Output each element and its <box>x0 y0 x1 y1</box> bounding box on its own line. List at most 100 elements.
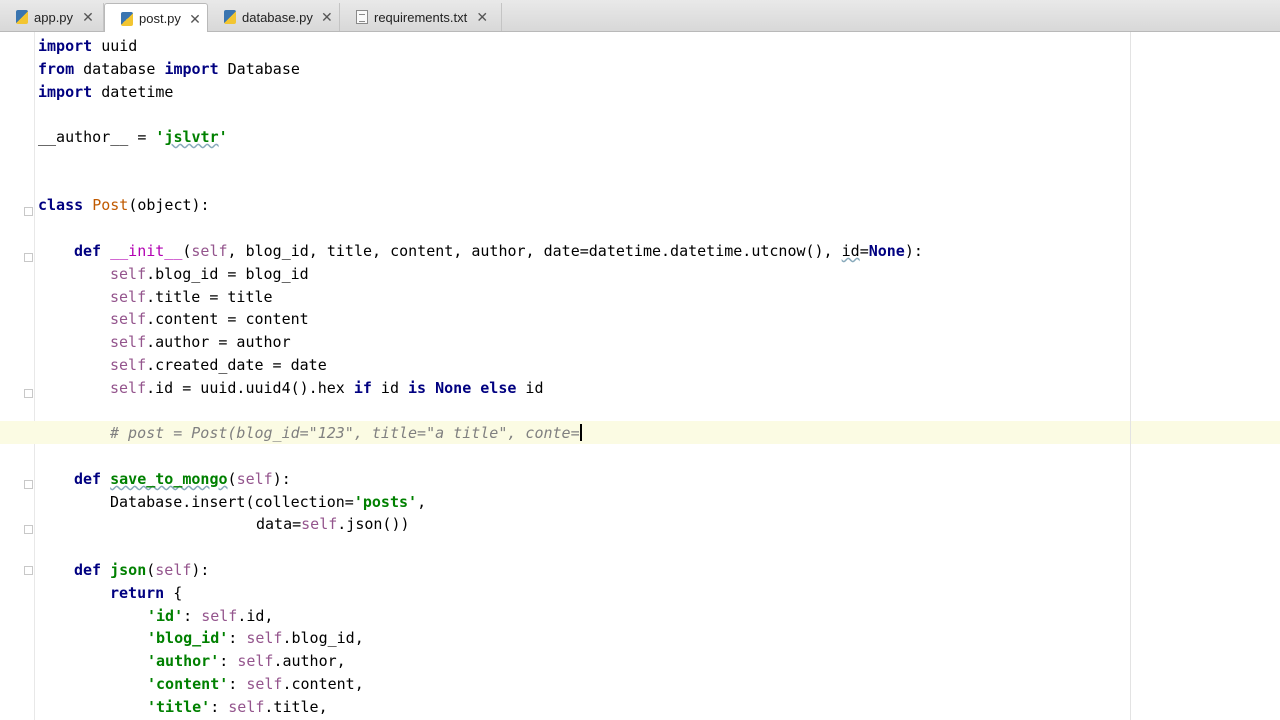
tab-app-py[interactable]: app.py ✕ <box>0 3 104 31</box>
code-text: ): <box>191 561 210 579</box>
string-literal: 'posts' <box>353 493 418 511</box>
string-literal: 'author' <box>147 652 220 670</box>
code-text: database <box>74 60 165 78</box>
right-margin-guide <box>1130 32 1131 720</box>
code-text: : <box>210 698 229 716</box>
keyword: from <box>38 60 75 78</box>
string-literal: jslvtr <box>164 128 219 146</box>
python-file-icon <box>16 10 28 24</box>
code-text: .author = author <box>146 333 291 351</box>
code-text: __author__ <box>38 128 129 146</box>
tab-label: requirements.txt <box>374 9 468 25</box>
code-text: : <box>228 629 247 647</box>
code-text: .created_date = date <box>146 356 327 374</box>
comment: # post = Post(blog_id="123", title="a ti… <box>110 424 580 442</box>
keyword: def <box>74 561 102 579</box>
string-literal: 'id' <box>147 607 184 625</box>
self-keyword: self <box>110 356 147 374</box>
code-line: data=self.json()) <box>256 513 410 536</box>
tab-label: database.py <box>242 9 313 25</box>
keyword: is <box>408 379 427 397</box>
code-text: Database <box>218 60 300 78</box>
class-name: Post <box>92 196 129 214</box>
code-text: ( <box>146 561 156 579</box>
close-icon[interactable]: ✕ <box>189 12 201 26</box>
code-text: datetime <box>92 83 174 101</box>
code-line: from database import Database <box>38 58 300 81</box>
fold-marker-icon[interactable] <box>24 253 33 262</box>
code-text: .title, <box>264 698 328 716</box>
close-icon[interactable]: ✕ <box>321 10 333 24</box>
code-line: import datetime <box>38 81 173 104</box>
close-icon[interactable]: ✕ <box>475 10 489 24</box>
code-line: self.created_date = date <box>110 354 327 377</box>
self-keyword: self <box>246 675 283 693</box>
code-editor[interactable]: import uuid from database import Databas… <box>0 32 1280 720</box>
code-line: 'blog_id': self.blog_id, <box>147 627 364 650</box>
code-line: 'author': self.author, <box>147 650 346 673</box>
code-text: = <box>128 128 156 146</box>
keyword: else <box>480 379 517 397</box>
editor-tab-bar: app.py ✕ post.py ✕ database.py ✕ require… <box>0 0 1280 33</box>
string-literal: 'content' <box>147 675 229 693</box>
code-line: # post = Post(blog_id="123", title="a ti… <box>110 422 582 445</box>
code-text: .json()) <box>337 515 410 533</box>
code-text: : <box>219 652 238 670</box>
function-name: __init__ <box>110 242 183 260</box>
code-line: class Post(object): <box>38 194 210 217</box>
code-text: .blog_id, <box>282 629 364 647</box>
code-text: .title = title <box>146 288 273 306</box>
self-keyword: self <box>110 288 147 306</box>
fold-marker-icon[interactable] <box>24 525 33 534</box>
tab-label: app.py <box>34 9 74 25</box>
code-text: .id, <box>237 607 274 625</box>
code-text: { <box>164 584 183 602</box>
keyword: import <box>164 60 219 78</box>
tab-label: post.py <box>139 11 181 26</box>
string-literal: 'blog_id' <box>147 629 229 647</box>
code-line: Database.insert(collection='posts', <box>110 491 426 514</box>
string-literal: 'title' <box>147 698 211 716</box>
function-name: save_to_mongo <box>110 470 228 488</box>
keyword: import <box>38 37 93 55</box>
code-text: id <box>371 379 409 397</box>
code-text: ( <box>227 470 237 488</box>
python-file-icon <box>121 11 133 26</box>
self-keyword: self <box>237 652 274 670</box>
tab-post-py[interactable]: post.py ✕ <box>104 3 208 33</box>
editor-gutter[interactable] <box>0 32 35 720</box>
code-text: (object): <box>128 196 210 214</box>
self-keyword: self <box>301 515 338 533</box>
code-line: def save_to_mongo(self): <box>74 468 291 491</box>
self-keyword: self <box>228 698 265 716</box>
self-keyword: self <box>110 333 147 351</box>
fold-marker-icon[interactable] <box>24 389 33 398</box>
code-text: = <box>859 242 869 260</box>
self-keyword: self <box>110 265 147 283</box>
code-line: 'title': self.title, <box>147 696 328 719</box>
tab-database-py[interactable]: database.py ✕ <box>208 3 340 31</box>
code-text: uuid <box>92 37 138 55</box>
self-keyword: self <box>110 379 147 397</box>
keyword: def <box>74 242 102 260</box>
code-text: .blog_id = blog_id <box>146 265 309 283</box>
code-line: __author__ = 'jslvtr' <box>38 126 228 149</box>
self-keyword: self <box>201 607 238 625</box>
code-text: .content, <box>282 675 364 693</box>
tab-requirements-txt[interactable]: requirements.txt ✕ <box>340 3 502 31</box>
keyword: import <box>38 83 93 101</box>
fold-marker-icon[interactable] <box>24 480 33 489</box>
code-line: self.author = author <box>110 331 291 354</box>
self-keyword: self <box>236 470 273 488</box>
fold-marker-icon[interactable] <box>24 566 33 575</box>
close-icon[interactable]: ✕ <box>81 10 95 24</box>
code-text: .content = content <box>146 310 309 328</box>
code-text: ): <box>272 470 291 488</box>
keyword: None <box>868 242 905 260</box>
fold-marker-icon[interactable] <box>24 207 33 216</box>
